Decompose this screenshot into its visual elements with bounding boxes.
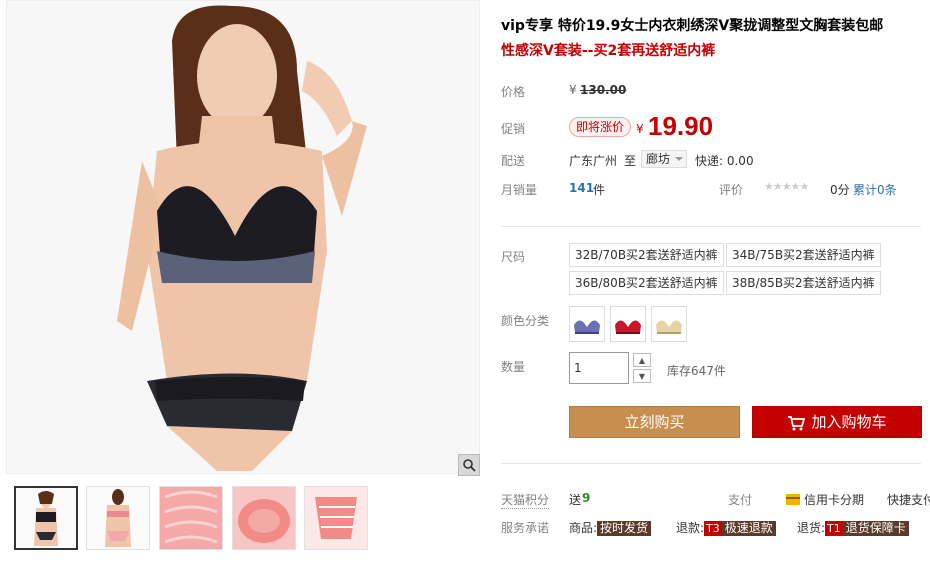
color-swatch-red[interactable] <box>610 306 646 342</box>
credit-card-icon <box>786 494 800 505</box>
quantity-label: 数量 <box>501 360 526 374</box>
rating-label: 评价 <box>719 183 744 197</box>
fast-refund-tag[interactable]: 极速退款 <box>721 521 776 536</box>
points-prefix: 送 <box>569 493 582 507</box>
promo-label: 促销 <box>501 122 526 136</box>
promo-currency: ¥ <box>636 122 644 136</box>
return-guarantee-tag[interactable]: 退货保障卡 <box>842 521 909 536</box>
thumbnail-3[interactable] <box>159 486 223 550</box>
color-swatch-beige[interactable] <box>651 306 687 342</box>
size-option-38b[interactable]: 38B/85B买2套送舒适内裤 <box>726 271 881 295</box>
quick-pay[interactable]: 快捷支付 <box>887 491 930 508</box>
cart-icon <box>788 415 806 430</box>
product-subtitle: 性感深V套装--买2套再送舒适内裤 <box>501 43 716 59</box>
rating-stars: ★★★★★ <box>764 180 809 193</box>
size-label: 尺码 <box>501 250 526 264</box>
return-code-badge: T1 <box>825 521 843 536</box>
thumbnail-1[interactable] <box>14 486 78 550</box>
on-time-delivery-tag[interactable]: 按时发货 <box>597 521 652 536</box>
credit-installment-label: 信用卡分期 <box>804 493 865 507</box>
price-rise-badge: 即将涨价 <box>569 117 632 137</box>
divider <box>501 463 921 464</box>
add-to-cart-button[interactable]: 加入购物车 <box>752 406 922 438</box>
rating-score: 0分 <box>830 183 850 197</box>
monthly-sales-label: 月销量 <box>501 183 538 197</box>
monthly-sales-unit: 件 <box>593 183 606 197</box>
original-price: 130.00 <box>580 83 627 97</box>
product-gallery <box>6 0 480 571</box>
zoom-icon[interactable] <box>458 454 480 476</box>
size-option-34b[interactable]: 34B/75B买2套送舒适内裤 <box>726 243 881 267</box>
points-value: 9 <box>582 491 591 505</box>
color-swatch-purple[interactable] <box>569 306 605 342</box>
shipping-to: 至 <box>624 154 637 168</box>
service-goods: 商品: 按时发货 <box>569 519 652 536</box>
shipping-label: 配送 <box>501 154 526 168</box>
color-label: 颜色分类 <box>501 314 550 328</box>
size-option-32b[interactable]: 32B/70B买2套送舒适内裤 <box>569 243 724 267</box>
price-label: 价格 <box>501 85 526 99</box>
stock-count: 库存647件 <box>667 364 726 378</box>
quantity-input[interactable]: 1 <box>569 352 629 384</box>
add-to-cart-label: 加入购物车 <box>811 413 887 431</box>
active-thumb-caret <box>53 486 63 488</box>
thumbnail-5[interactable] <box>304 486 368 550</box>
quantity-increase-icon[interactable]: ▲ <box>633 353 651 367</box>
main-product-image[interactable] <box>6 0 480 474</box>
refund-code-badge: T3 <box>704 521 722 536</box>
divider <box>501 226 921 227</box>
shipping-fee: 快递: 0.00 <box>695 154 754 168</box>
thumbnail-4[interactable] <box>232 486 296 550</box>
service-refund: 退款: T3 极速退款 <box>676 519 776 536</box>
return-label: 退货: <box>797 521 826 535</box>
tmall-points-label[interactable]: 天猫积分 <box>501 491 550 509</box>
price-panel: 价格 ¥ 130.00 促销 即将涨价 ¥ 19.90 配送 广东广州 至 廊坊… <box>489 72 930 212</box>
service-label: 服务承诺 <box>501 521 550 535</box>
buy-now-button[interactable]: 立刻购买 <box>569 406 740 438</box>
monthly-sales-count: 141 <box>569 181 595 195</box>
refund-label: 退款: <box>676 521 705 535</box>
shipping-origin: 广东广州 <box>569 154 618 168</box>
destination-select[interactable]: 廊坊 <box>641 150 687 168</box>
product-title: vip专享 特价19.9女士内衣刺绣深V聚拢调整型文胸套装包邮 <box>501 18 884 34</box>
destination-value: 廊坊 <box>646 152 671 166</box>
model-photo <box>7 1 479 473</box>
review-count-link[interactable]: 累计0条 <box>853 181 897 198</box>
thumbnail-2[interactable] <box>86 486 150 550</box>
payment-label: 支付 <box>728 493 753 507</box>
original-currency: ¥ <box>569 83 577 97</box>
chevron-down-icon <box>675 157 683 161</box>
promo-price: 19.90 <box>648 111 714 141</box>
credit-installment[interactable]: 信用卡分期 <box>786 491 864 508</box>
quantity-decrease-icon[interactable]: ▼ <box>633 369 651 383</box>
size-option-36b[interactable]: 36B/80B买2套送舒适内裤 <box>569 271 724 295</box>
service-return: 退货: T1 退货保障卡 <box>797 519 909 536</box>
goods-label: 商品: <box>569 521 598 535</box>
